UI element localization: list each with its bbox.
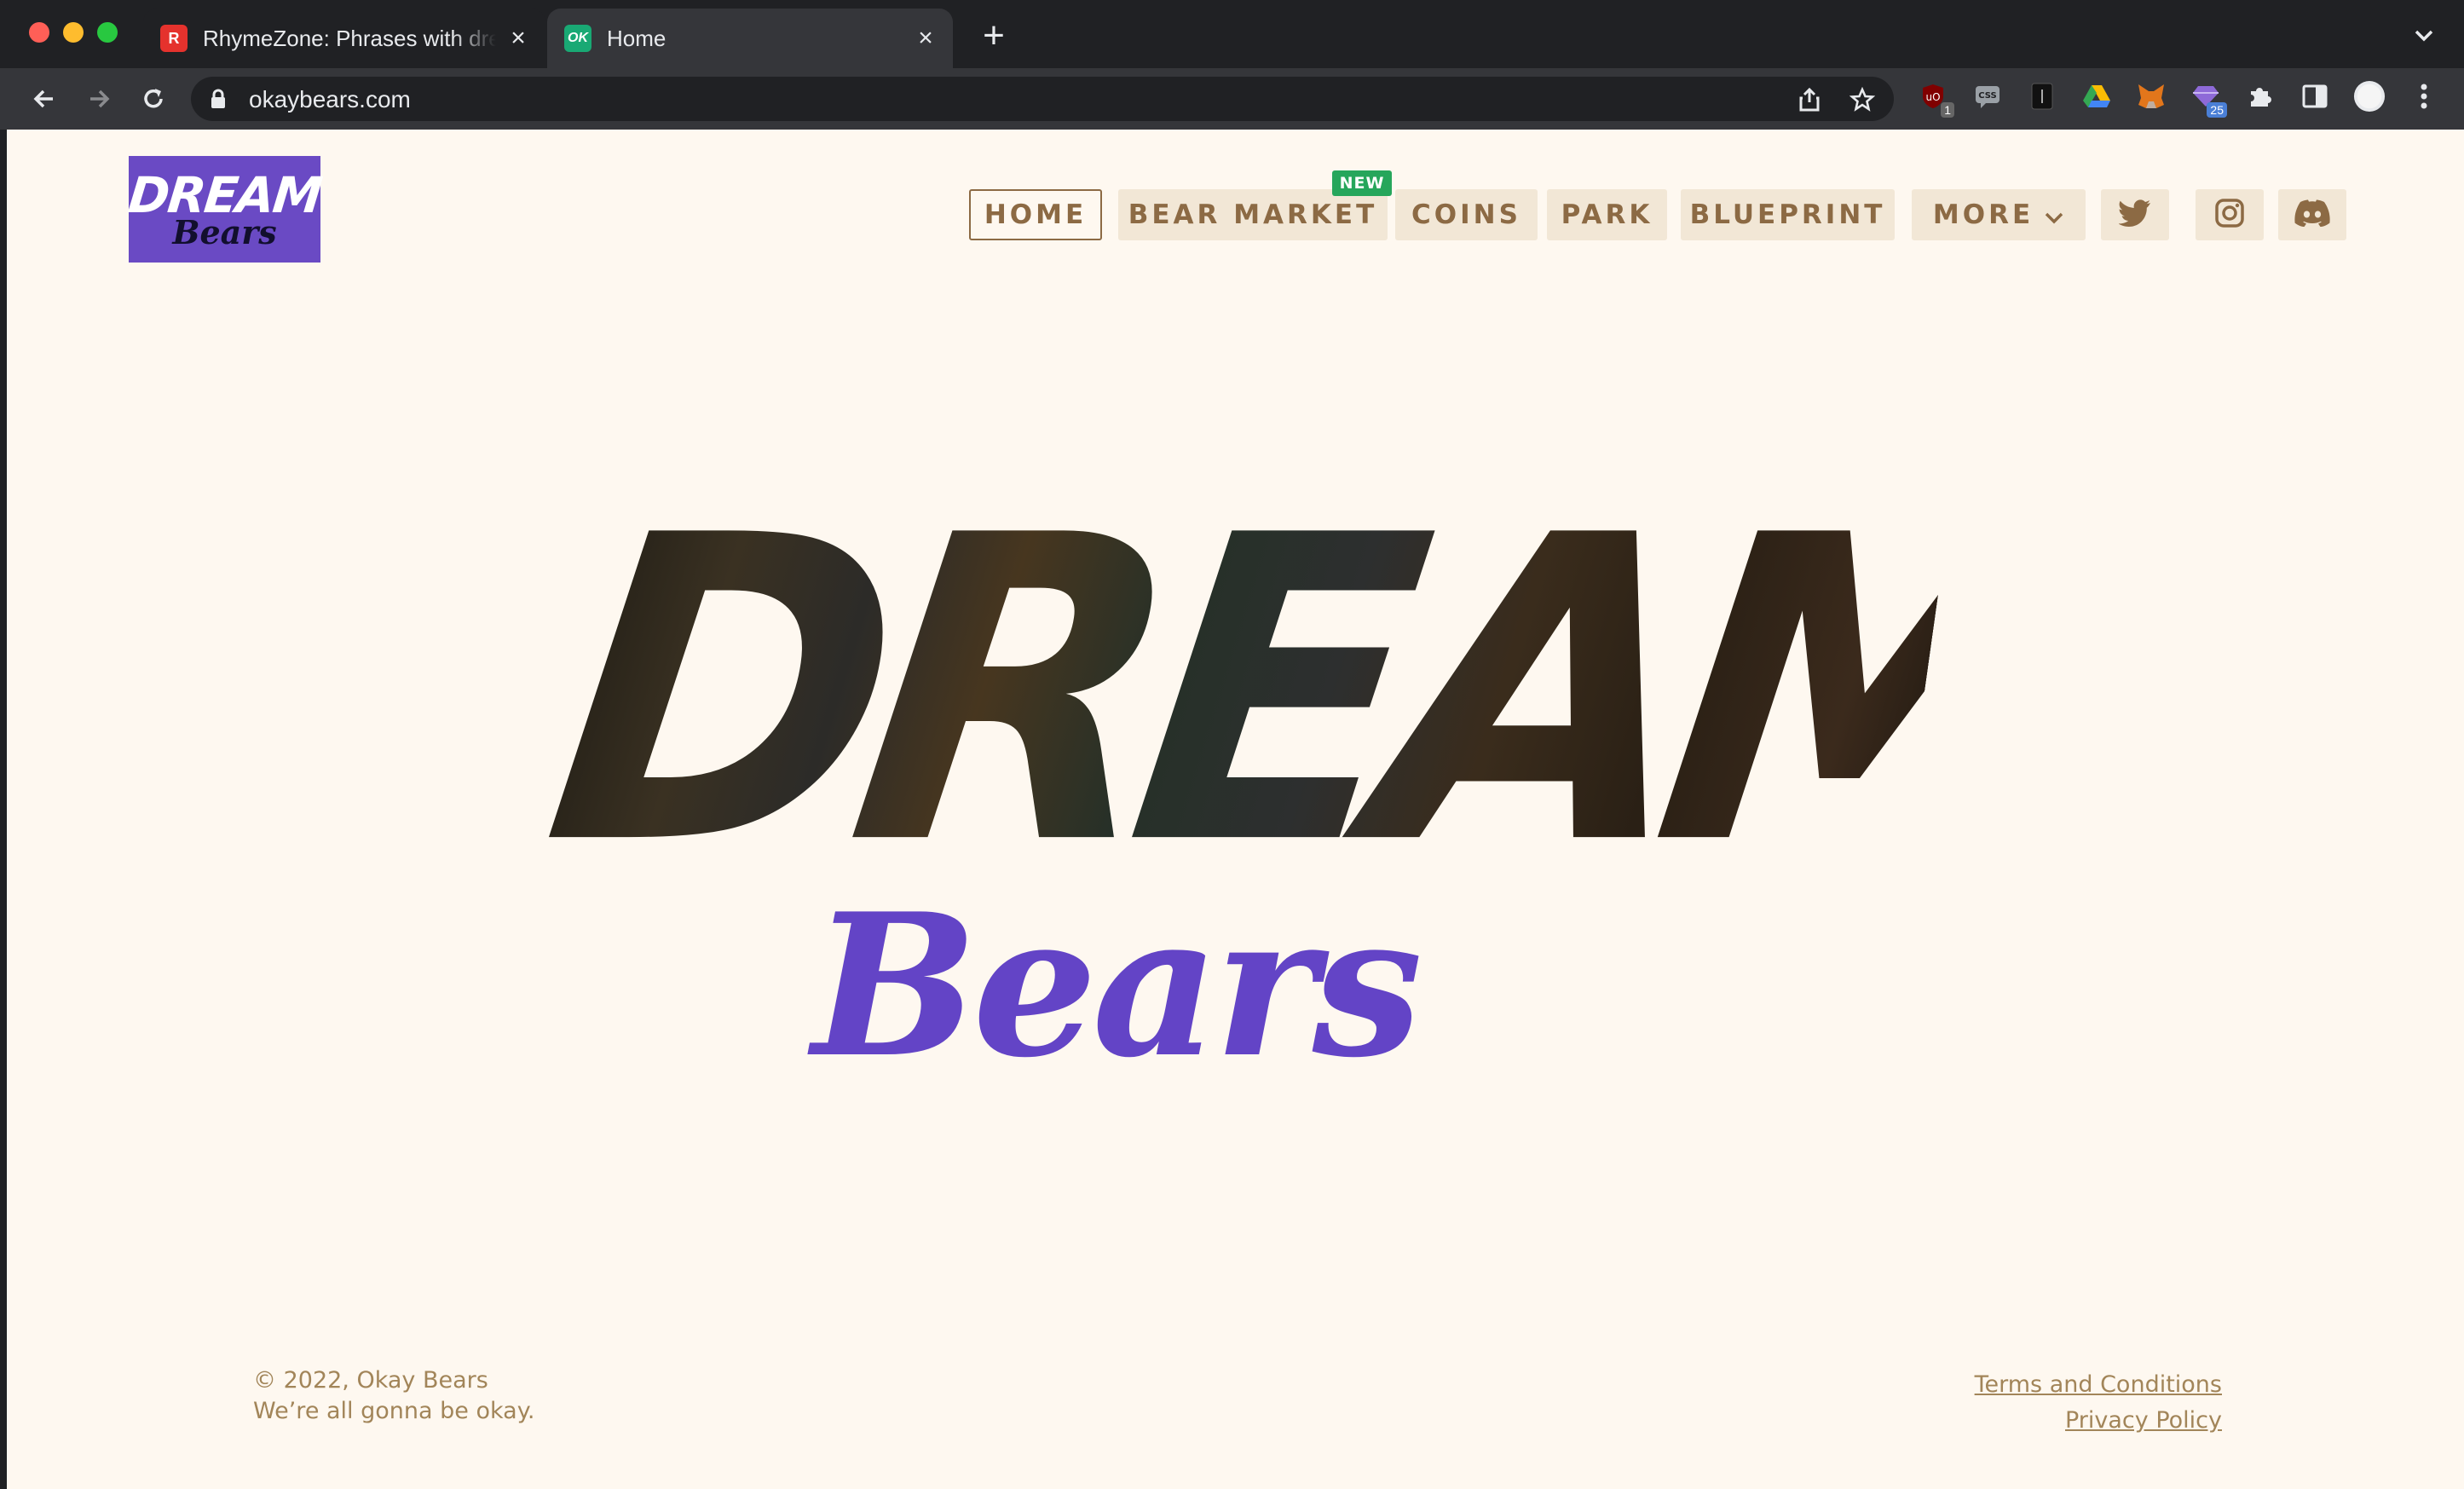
tab-close-icon[interactable]: × (503, 23, 534, 54)
tab-close-icon[interactable]: × (910, 23, 941, 54)
nav-home[interactable]: HOME (969, 189, 1102, 240)
nav-more-label: MORE (1932, 199, 2034, 230)
side-panel-icon[interactable] (2299, 80, 2331, 113)
browser-tab-bar: R RhymeZone: Phrases with dream × OK Hom… (0, 0, 2464, 68)
chevron-down-icon (2044, 201, 2064, 232)
footer-left: © 2022, Okay Bears We’re all gonna be ok… (253, 1365, 534, 1427)
back-arrow-icon[interactable] (26, 80, 63, 118)
css-extension-icon[interactable]: CSS (1971, 80, 2004, 113)
web-page: DREAM Bears HOME BEAR MARKET COINS PARK … (7, 130, 2464, 1489)
ublock-extension-icon[interactable]: uO 1 (1917, 80, 1954, 118)
nav-more[interactable]: MORE (1912, 189, 2086, 240)
nav-blueprint[interactable]: BLUEPRINT (1681, 189, 1895, 240)
address-bar[interactable]: okaybears.com (191, 77, 1894, 121)
browser-tab-rhymezone[interactable]: R RhymeZone: Phrases with dream × (143, 9, 545, 68)
url-text: okaybears.com (249, 86, 411, 113)
new-tab-plus-icon[interactable]: + (977, 17, 1011, 55)
nav-park[interactable]: PARK (1547, 189, 1667, 240)
google-drive-icon[interactable] (2080, 80, 2113, 113)
dark-extension-icon[interactable] (2026, 80, 2058, 113)
rhymezone-favicon-icon: R (160, 25, 188, 52)
tab-search-chevron-icon[interactable] (2409, 20, 2439, 51)
footer-tagline: We’re all gonna be okay. (253, 1398, 535, 1424)
hero-title-dream: DREAM (526, 447, 2074, 937)
new-badge: NEW (1332, 170, 1392, 196)
browser-menu-dots-icon[interactable] (2408, 80, 2440, 113)
footer-copyright: © 2022, Okay Bears (253, 1367, 488, 1394)
nav-coins[interactable]: COINS (1395, 189, 1538, 240)
window-zoom-button[interactable] (97, 22, 118, 43)
svg-text:uO: uO (1925, 91, 1940, 103)
hero-subtitle-bears: Bears (811, 871, 1422, 1101)
lock-icon[interactable] (210, 89, 227, 113)
tab-title: Home (607, 25, 666, 51)
gem-badge: 25 (2207, 102, 2227, 118)
instagram-link[interactable] (2196, 189, 2264, 240)
terms-link[interactable]: Terms and Conditions (1975, 1367, 2222, 1403)
reload-icon[interactable] (135, 80, 172, 118)
profile-avatar-icon[interactable] (2353, 80, 2386, 113)
gem-extension-icon[interactable]: 25 (2190, 80, 2227, 118)
browser-tab-home[interactable]: OK Home × (547, 9, 953, 68)
ublock-badge: 1 (1941, 102, 1954, 118)
twitter-link[interactable] (2101, 189, 2169, 240)
svg-text:CSS: CSS (1978, 91, 1996, 101)
extensions-puzzle-icon[interactable] (2244, 80, 2276, 113)
bookmark-star-icon[interactable] (1848, 85, 1877, 114)
instagram-icon (2215, 198, 2244, 232)
okaybears-favicon-icon: OK (564, 25, 591, 52)
hero-banner: DREAM Bears (527, 447, 2074, 1093)
discord-link[interactable] (2278, 189, 2346, 240)
logo-line-dream: DREAM (125, 165, 324, 224)
window-close-button[interactable] (29, 22, 49, 43)
share-icon[interactable] (1795, 85, 1824, 114)
discord-icon (2294, 199, 2330, 231)
metamask-fox-icon[interactable] (2135, 80, 2167, 113)
site-logo[interactable]: DREAM Bears (125, 156, 324, 263)
privacy-link[interactable]: Privacy Policy (1975, 1403, 2222, 1439)
tab-title: RhymeZone: Phrases with dream (203, 25, 496, 51)
window-minimize-button[interactable] (63, 22, 84, 43)
twitter-icon (2118, 199, 2151, 231)
footer-links: Terms and Conditions Privacy Policy (1975, 1367, 2222, 1439)
nav-bear-market[interactable]: BEAR MARKET (1118, 189, 1388, 240)
forward-arrow-icon[interactable] (80, 80, 118, 118)
